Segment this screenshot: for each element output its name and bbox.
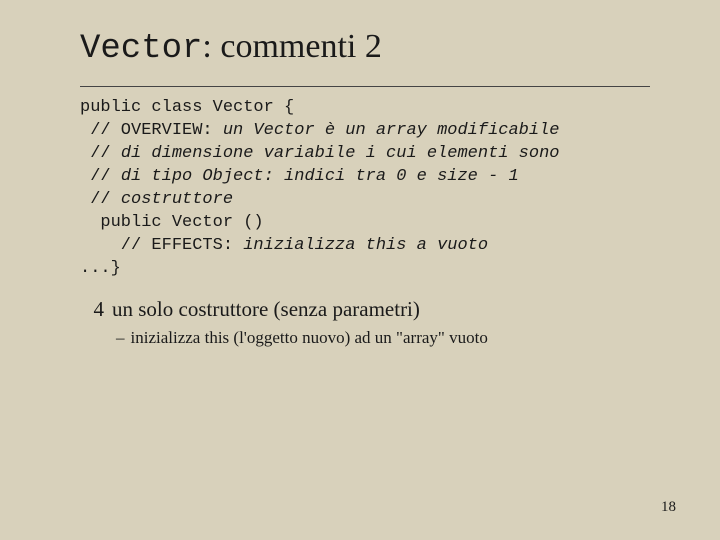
page-number: 18 bbox=[661, 499, 676, 516]
code-l2a: // OVERVIEW: bbox=[80, 121, 223, 140]
code-l4a: // bbox=[80, 167, 121, 186]
slide-title: Vector: commenti 2 bbox=[80, 28, 650, 68]
bullet-text: un solo costruttore (senza parametri) bbox=[112, 297, 420, 321]
code-l7a: // EFFECTS: bbox=[80, 236, 243, 255]
code-l4b: di tipo Object: indici tra 0 e size - 1 bbox=[121, 167, 519, 186]
bullet-item: 4 un solo costruttore (senza parametri) bbox=[80, 297, 650, 322]
subbullet-item: –inizializza this (l'oggetto nuovo) ad u… bbox=[116, 328, 650, 348]
bullet-marker: 4 bbox=[80, 297, 104, 322]
title-mono: Vector bbox=[80, 30, 202, 68]
title-rest: : commenti 2 bbox=[202, 28, 381, 65]
code-l5b: costruttore bbox=[121, 190, 233, 209]
code-block: public class Vector { // OVERVIEW: un Ve… bbox=[80, 97, 650, 281]
subbullet-dash: – bbox=[116, 328, 125, 347]
subbullet-text: inizializza this (l'oggetto nuovo) ad un… bbox=[131, 328, 488, 347]
code-l2b: un Vector è un array modificabile bbox=[223, 121, 560, 140]
code-l6: public Vector () bbox=[80, 213, 264, 232]
code-l1: public class Vector { bbox=[80, 98, 294, 117]
code-l7b: inizializza this a vuoto bbox=[243, 236, 488, 255]
title-divider bbox=[80, 86, 650, 87]
code-l3a: // bbox=[80, 144, 121, 163]
code-l5a: // bbox=[80, 190, 121, 209]
slide-content: Vector: commenti 2 public class Vector {… bbox=[0, 0, 720, 348]
code-l8: ...} bbox=[80, 259, 121, 278]
code-l3b: di dimensione variabile i cui elementi s… bbox=[121, 144, 560, 163]
